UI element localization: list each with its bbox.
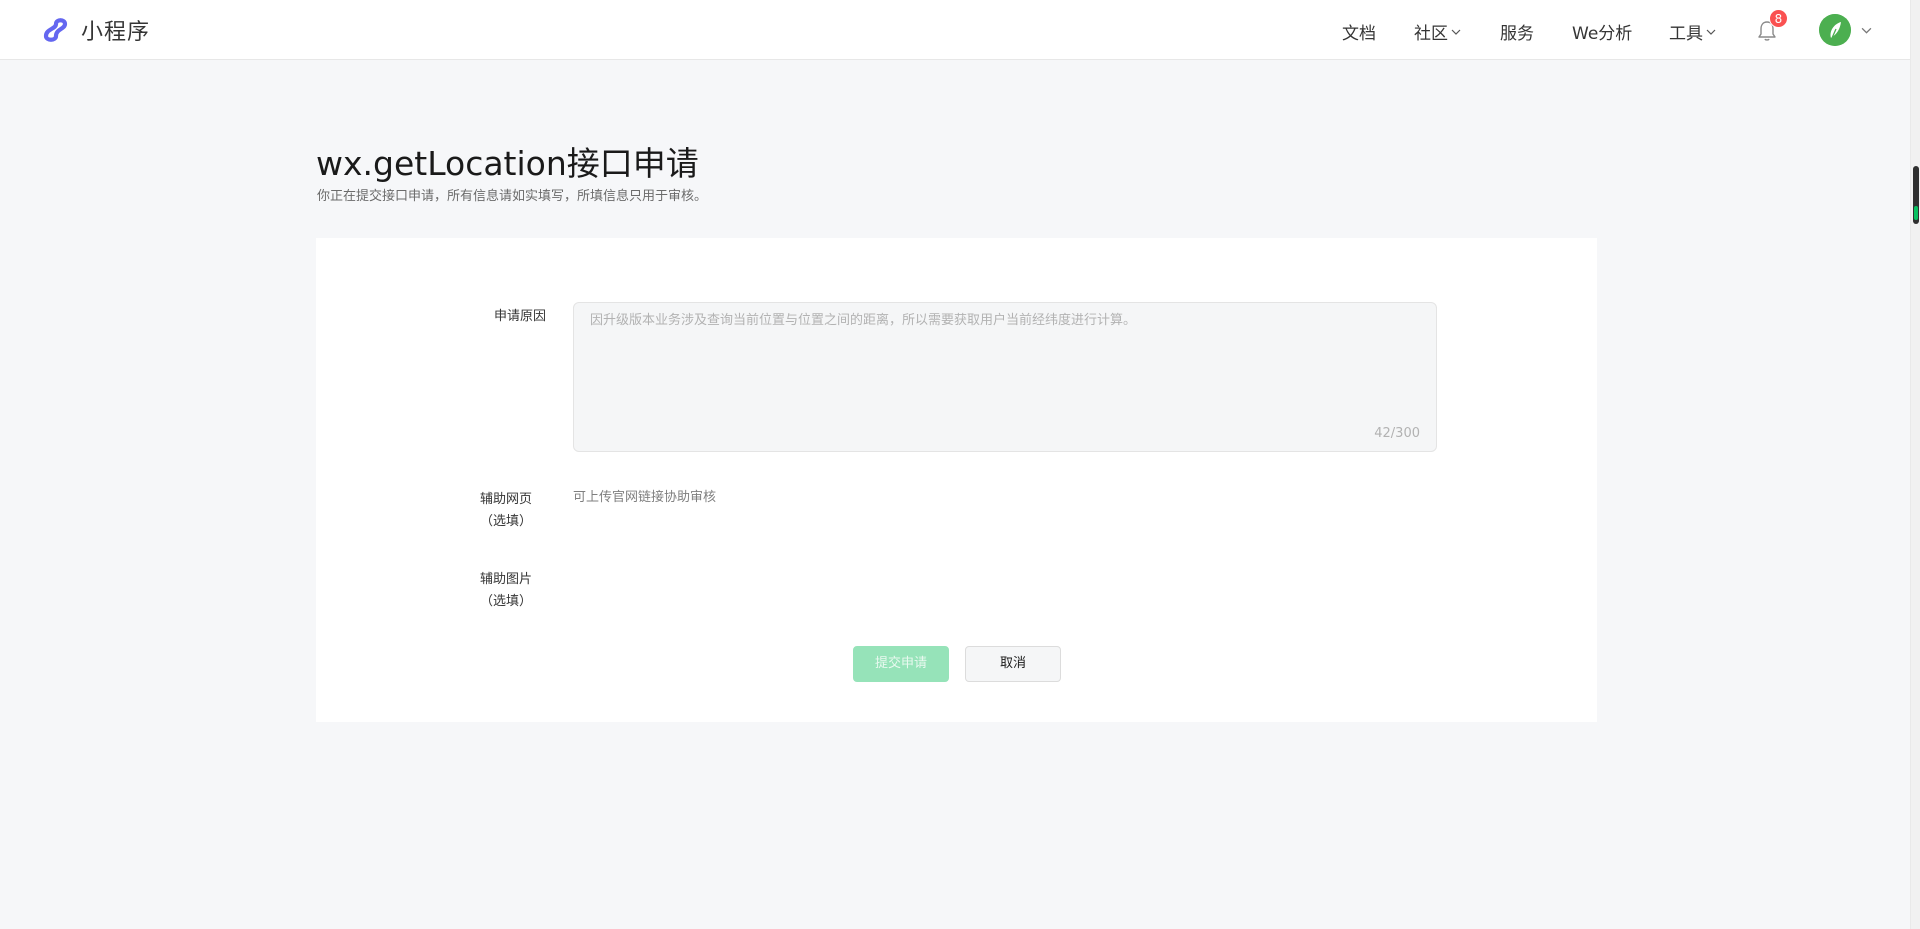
nav-item-services[interactable]: 服务 [1500,19,1534,44]
page-title: wx.getLocation接口申请 [316,144,699,183]
scrollbar-thumb[interactable] [1913,166,1919,224]
nav-item-label: We分析 [1572,24,1633,44]
image-label-title: 辅助图片 [479,572,532,587]
avatar-leaf-icon [1819,14,1851,46]
brand-name: 小程序 [81,20,151,45]
reason-textarea[interactable] [574,303,1436,451]
chevron-down-icon [1861,27,1872,34]
nav-item-we-analytics[interactable]: We分析 [1572,19,1632,44]
nav-item-label: 工具 [1669,24,1703,44]
brand-home-link[interactable]: 小程序 [38,14,150,46]
user-menu[interactable] [1819,14,1872,46]
web-page-hint: 可上传官网链接协助审核 [573,490,717,505]
chevron-down-icon [1451,29,1461,35]
image-label: 辅助图片 （选填） [466,569,546,613]
cancel-button[interactable]: 取消 [965,646,1061,682]
top-navigation-bar: 小程序 文档 社区 服务 We分析 工具 8 [0,0,1912,60]
nav-item-community[interactable]: 社区 [1414,19,1461,44]
reason-label: 申请原因 [493,309,546,324]
miniprogram-logo-icon [43,18,68,42]
application-form-card: 申请原因 42/300 辅助网页 （选填） 可上传官网链接协助审核 辅助图片 （… [316,238,1597,722]
nav-item-docs[interactable]: 文档 [1342,19,1376,44]
page-scrollbar[interactable] [1910,0,1920,929]
web-page-label-optional: （选填） [479,514,532,529]
web-page-label-title: 辅助网页 [479,492,532,507]
submit-application-button[interactable]: 提交申请 [853,646,949,682]
image-label-optional: （选填） [479,594,532,609]
nav-item-label: 文档 [1342,24,1376,44]
web-page-label: 辅助网页 （选填） [466,489,546,533]
notifications-button[interactable]: 8 [1757,9,1788,42]
nav-item-label: 服务 [1500,24,1534,44]
nav-item-label: 社区 [1414,24,1448,44]
chevron-down-icon [1706,29,1716,35]
page-subtitle: 你正在提交接口申请，所有信息请如实填写，所填信息只用于审核。 [317,189,708,204]
reason-char-counter: 42/300 [1374,426,1420,441]
notification-count-badge: 8 [1769,9,1788,28]
nav-item-tools[interactable]: 工具 [1669,19,1716,44]
reason-textarea-wrapper: 42/300 [573,302,1437,452]
avatar [1819,14,1851,46]
